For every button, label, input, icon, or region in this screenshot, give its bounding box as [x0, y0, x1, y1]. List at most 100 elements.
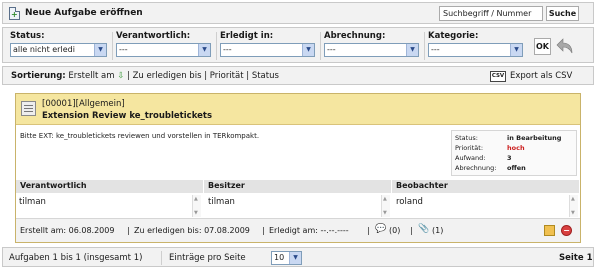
new-task-icon[interactable]: +	[9, 7, 20, 20]
filter-done-in-label: Erledigt in:	[220, 31, 274, 41]
task-description: Bitte EXT: ke_troubletickets reviewen un…	[20, 132, 260, 140]
export-csv-link[interactable]: Export als CSV	[510, 71, 572, 81]
filter-category-value: ---	[431, 45, 440, 54]
status-key: Status:	[455, 134, 478, 142]
priority-value: hoch	[507, 144, 525, 152]
task-card-header: [00001][Allgemein] Extension Review ke_t…	[16, 94, 580, 125]
filter-billing: Abrechnung: --- ▼	[324, 31, 419, 57]
filter-category-label: Kategorie:	[428, 31, 479, 41]
filter-status-value: alle nicht erledi	[13, 45, 75, 54]
status-value: in Bearbeitung	[507, 134, 562, 142]
separator: |	[127, 71, 130, 81]
filter-category-select[interactable]: --- ▼	[428, 43, 523, 57]
sort-options: Sortierung: Erstellt am ⇩ | Zu erledigen…	[11, 71, 279, 81]
effort-key: Aufwand:	[455, 154, 486, 162]
task-id-category[interactable]: [00001][Allgemein]	[42, 99, 125, 109]
sort-bar: Sortierung: Erstellt am ⇩ | Zu erledigen…	[2, 66, 594, 85]
billing-row: Abrechnung: offen	[455, 163, 573, 173]
edit-icon[interactable]	[544, 225, 555, 236]
owner-scrollbar[interactable]	[381, 195, 390, 217]
divider	[112, 32, 113, 60]
chevron-down-icon: ▼	[289, 252, 301, 264]
chevron-down-icon: ▼	[302, 44, 314, 56]
delete-icon[interactable]: −	[561, 225, 572, 236]
divider	[320, 32, 321, 60]
sort-label: Sortierung:	[11, 71, 66, 81]
observer-value: roland	[396, 197, 423, 207]
responsible-scrollbar[interactable]	[192, 195, 201, 217]
filter-category: Kategorie: --- ▼	[428, 31, 523, 57]
priority-row: Priorität: hoch	[455, 143, 573, 153]
filter-done-in-select[interactable]: --- ▼	[220, 43, 315, 57]
column-header-observer: Beobachter	[392, 180, 580, 193]
responsible-value: tilman	[19, 197, 46, 207]
comments-icon[interactable]: 💬	[375, 224, 386, 234]
sort-down-arrow-icon: ⇩	[117, 71, 125, 81]
filter-done-in: Erledigt in: --- ▼	[220, 31, 315, 57]
filter-bar: Status: alle nicht erledi ▼ Verantwortli…	[2, 27, 594, 63]
task-footer: Erstellt am: 06.08.2009 | Zu erledigen b…	[16, 218, 580, 242]
divider	[216, 32, 217, 60]
filter-responsible-label: Verantwortlich:	[116, 31, 191, 41]
column-header-responsible: Verantwortlich	[16, 180, 204, 193]
divider	[424, 32, 425, 60]
results-summary: Aufgaben 1 bis 1 (insgesamt 1)	[9, 253, 143, 263]
sort-priority-link[interactable]: Priorität	[210, 71, 244, 81]
task-card: [00001][Allgemein] Extension Review ke_t…	[15, 93, 581, 243]
effort-row: Aufwand: 3	[455, 153, 573, 163]
done-date: Erledigt am: --.--.----	[269, 226, 349, 235]
separator: |	[127, 226, 130, 235]
separator: |	[410, 226, 413, 235]
comments-count[interactable]: (0)	[389, 226, 400, 235]
filter-responsible-value: ---	[119, 45, 128, 54]
sort-status-link[interactable]: Status	[252, 71, 279, 81]
attachments-count[interactable]: (1)	[432, 226, 443, 235]
filter-done-in-value: ---	[223, 45, 232, 54]
created-date: Erstellt am: 06.08.2009	[20, 226, 115, 235]
task-status-box: Status: in Bearbeitung Priorität: hoch A…	[451, 130, 577, 176]
search-button[interactable]: Suche	[546, 6, 579, 21]
billing-key: Abrechnung:	[455, 164, 497, 172]
filter-billing-select[interactable]: --- ▼	[324, 43, 419, 57]
task-title[interactable]: Extension Review ke_troubletickets	[42, 111, 212, 121]
per-page-value: 10	[274, 253, 285, 262]
divider	[161, 251, 162, 265]
sort-created-link[interactable]: Erstellt am	[68, 71, 114, 81]
priority-key: Priorität:	[455, 144, 484, 152]
effort-value: 3	[507, 154, 512, 162]
chevron-down-icon: ▼	[406, 44, 418, 56]
sort-due-link[interactable]: Zu erledigen bis	[133, 71, 202, 81]
header-bar: + Neue Aufgabe eröffnen Suchbegriff / Nu…	[2, 2, 594, 24]
chevron-down-icon: ▼	[510, 44, 522, 56]
owner-value: tilman	[208, 197, 235, 207]
status-row: Status: in Bearbeitung	[455, 133, 573, 143]
separator: |	[204, 71, 208, 81]
ok-button[interactable]: OK	[534, 38, 551, 55]
filter-status: Status: alle nicht erledi ▼	[10, 31, 107, 57]
separator: |	[367, 226, 370, 235]
new-task-link[interactable]: Neue Aufgabe eröffnen	[25, 8, 143, 18]
paperclip-icon[interactable]: 📎	[418, 224, 429, 234]
filter-status-label: Status:	[10, 31, 45, 41]
pager-bar: Aufgaben 1 bis 1 (insgesamt 1) Einträge …	[2, 247, 594, 267]
filter-billing-value: ---	[327, 45, 336, 54]
filter-billing-label: Abrechnung:	[324, 31, 386, 41]
due-date: Zu erledigen bis: 07.08.2009	[134, 226, 250, 235]
chevron-down-icon: ▼	[94, 44, 106, 56]
search-input[interactable]: Suchbegriff / Nummer	[439, 6, 543, 21]
column-header-owner: Besitzer	[204, 180, 392, 193]
per-page-label: Einträge pro Seite	[169, 253, 246, 263]
filter-status-select[interactable]: alle nicht erledi ▼	[10, 43, 107, 57]
filter-responsible-select[interactable]: --- ▼	[116, 43, 211, 57]
page-indicator: Seite 1	[559, 253, 593, 263]
reset-arrow-icon[interactable]	[554, 36, 574, 56]
separator: |	[262, 226, 265, 235]
separator: |	[246, 71, 250, 81]
chevron-down-icon: ▼	[198, 44, 210, 56]
billing-value: offen	[507, 164, 526, 172]
task-icon	[21, 101, 36, 116]
filter-responsible: Verantwortlich: --- ▼	[116, 31, 211, 57]
observer-scrollbar[interactable]	[569, 195, 578, 217]
per-page-select[interactable]: 10 ▼	[271, 251, 302, 265]
csv-icon[interactable]: CSV	[490, 71, 506, 82]
